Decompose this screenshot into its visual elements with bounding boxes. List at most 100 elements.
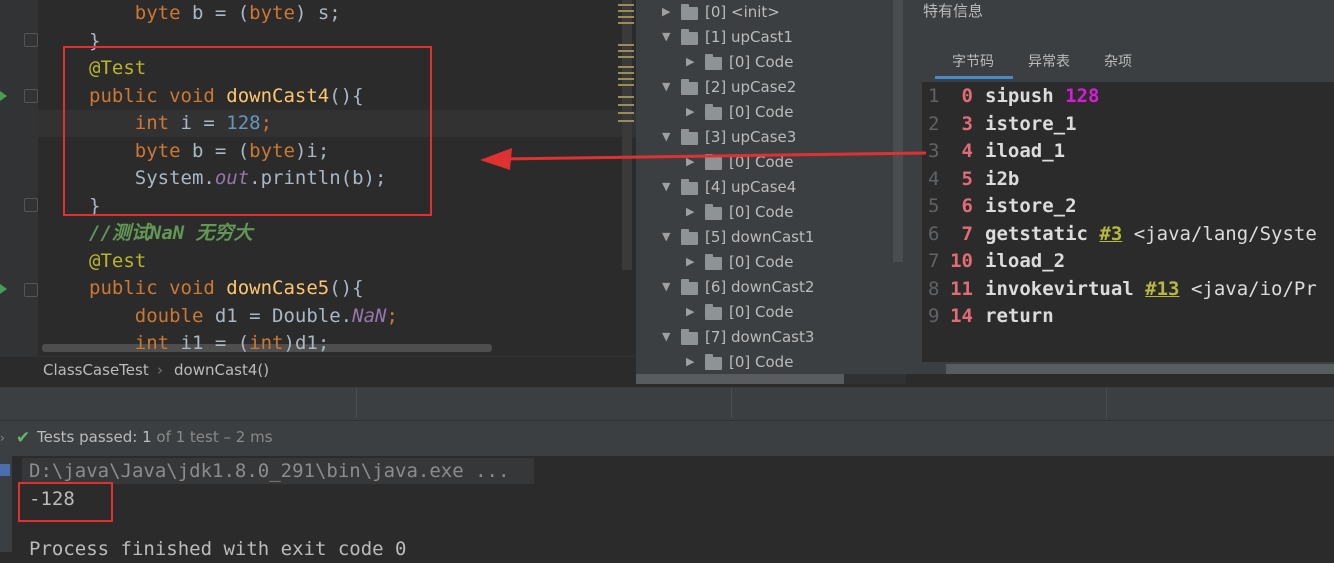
bytecode-line-number: 9 [928,305,940,327]
editor-gutter[interactable] [0,0,38,356]
bytecode-line-number: 5 [928,195,940,217]
breadcrumb-class[interactable]: ClassCaseTest [43,361,149,379]
bytecode-operand[interactable]: #3 [1099,223,1122,245]
console-marker-icon [0,464,10,476]
code-token: i1 = ( [180,332,250,354]
expand-right-icon[interactable]: ▶ [686,305,694,318]
tab-exception-table[interactable]: 异常表 [1028,48,1070,76]
bytecode-offset: 7 [961,222,973,245]
code-line: @Test [89,248,146,275]
toolbar-divider [731,388,732,418]
bytecode-instruction: i2b [985,166,1334,193]
folder-icon [705,304,722,320]
bytecode-instruction: istore_2 [985,193,1334,220]
bytecode-opcode: iload_1 [985,140,1066,162]
toolbar-divider [1106,388,1107,418]
active-tab-indicator [935,76,1013,79]
folder-icon [681,329,698,345]
bytecode-comment: <java/io/Pr [1190,277,1317,300]
fold-marker-icon[interactable] [24,283,38,297]
tree-item[interactable]: [0] Code [729,50,793,74]
fold-marker-icon[interactable] [24,89,38,103]
code-token: downCase5 [226,277,330,299]
expand-down-icon[interactable]: ▼ [662,280,670,293]
tree-item[interactable]: [6] downCast2 [705,275,814,299]
code-line: public void downCase5(){ [89,275,364,302]
editor-vertical-scrollbar[interactable] [622,0,632,270]
folder-icon [705,254,722,270]
chevron-right-icon[interactable]: › [0,431,5,445]
folder-icon [705,354,722,370]
tree-item[interactable]: [0] Code [729,100,793,124]
tree-horizontal-scrollbar[interactable] [636,374,844,384]
fold-marker-icon[interactable] [24,33,38,47]
expand-right-icon[interactable]: ▶ [686,355,694,368]
bytecode-horizontal-scrollbar[interactable] [946,364,1334,374]
expand-right-icon[interactable]: ▶ [686,105,694,118]
expand-down-icon[interactable]: ▼ [662,230,670,243]
scroll-marker [618,72,634,74]
tree-item[interactable]: [0] Code [729,300,793,324]
code-token: d1 = Double. [214,304,353,327]
bytecode-offset: 5 [961,167,973,190]
code-token: int [134,332,181,354]
tree-item[interactable]: [1] upCast1 [705,25,793,49]
panel-title: 特有信息 [923,2,984,20]
toolbar-divider [356,388,357,418]
status-detail: of 1 test – 2 ms [156,428,273,446]
bytecode-offset: 0 [961,85,973,107]
status-count: 1 [142,428,152,446]
bytecode-line-number: 7 [928,250,940,272]
method-tree[interactable]: ▶ [0] <init> ▼ [1] upCast1 ▶ [0] Code ▼ [2] upC… [636,0,906,374]
expand-right-icon[interactable]: ▶ [686,205,694,218]
bytecode-offset: 10 [950,250,973,272]
run-test-icon[interactable] [0,91,7,101]
expand-right-icon[interactable]: ▶ [686,55,694,68]
bytecode-opcode: istore_1 [985,112,1077,135]
code-token: NaN [352,304,387,327]
run-toolbar [0,386,1334,421]
expand-down-icon[interactable]: ▼ [662,30,670,43]
scroll-marker [618,16,634,18]
tree-item[interactable]: [5] downCast1 [705,225,814,249]
fold-marker-icon[interactable] [24,198,38,212]
bytecode-line-number: 3 [928,140,940,162]
bytecode-opcode: iload_2 [985,250,1066,272]
expand-down-icon[interactable]: ▼ [662,180,670,193]
annotation-arrow [480,148,927,170]
tree-item[interactable]: [0] Code [729,350,793,374]
expand-down-icon[interactable]: ▼ [662,330,670,343]
bytecode-instruction: iload_1 [985,138,1334,165]
console-gutter [0,456,12,552]
expand-down-icon[interactable]: ▼ [662,80,670,93]
scroll-marker [618,4,634,6]
bytecode-line-number: 8 [928,277,940,300]
code-token: //测试NaN 无穷大 [89,222,253,244]
tree-item[interactable]: [2] upCase2 [705,75,796,99]
breadcrumb-method[interactable]: downCast4() [174,361,269,379]
code-line: byte b = (byte) s; [89,0,341,27]
tree-item[interactable]: [0] Code [729,250,793,274]
console-command: D:\java\Java\jdk1.8.0_291\bin\java.exe .… [29,460,510,482]
scroll-marker [618,120,634,122]
bytecode-opcode: istore_2 [985,195,1077,217]
expand-right-icon[interactable]: ▶ [662,5,670,18]
bytecode-opcode: return [985,305,1054,327]
run-test-icon[interactable] [0,284,7,294]
bytecode-line-number: 6 [928,222,940,245]
bytecode-instruction: return [985,303,1334,330]
folder-icon [705,104,722,120]
tree-vertical-scrollbar[interactable] [893,0,903,262]
expand-right-icon[interactable]: ▶ [686,255,694,268]
tree-item[interactable]: [0] Code [729,200,793,224]
tree-item[interactable]: [7] downCast3 [705,325,814,349]
folder-icon [681,79,698,95]
bytecode-line-number: 2 [928,112,940,135]
tree-item[interactable]: [0] <init> [705,0,780,24]
folder-icon [681,229,698,245]
bytecode-opcode: invokevirtual [985,277,1134,300]
code-token: (){ [329,277,364,299]
tab-misc[interactable]: 杂项 [1104,48,1132,76]
bytecode-operand[interactable]: #13 [1145,278,1179,300]
tab-bytecode[interactable]: 字节码 [952,48,994,76]
